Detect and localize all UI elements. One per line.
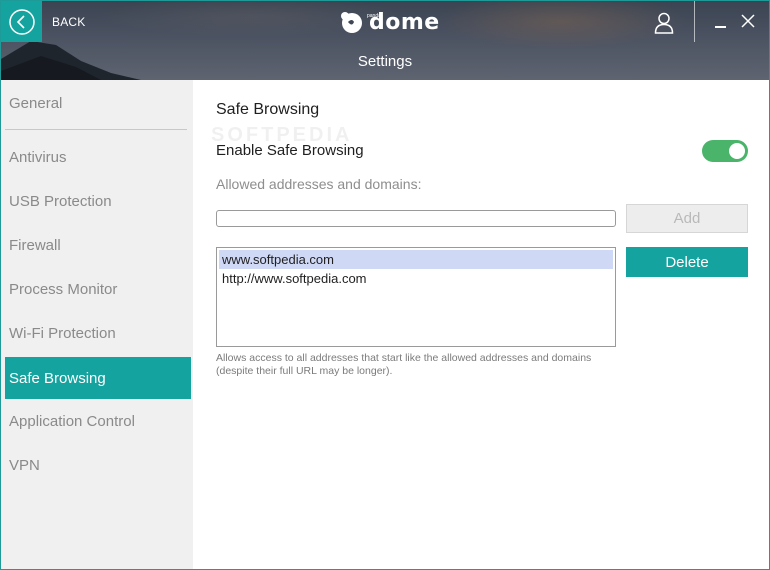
brand-sub: panda [367, 13, 381, 19]
settings-panel: SOFTPEDIA Safe Browsing Enable Safe Brow… [193, 80, 769, 569]
minimize-button[interactable] [712, 13, 730, 33]
section-title: Safe Browsing [216, 101, 320, 118]
panda-logo-icon [341, 12, 362, 33]
back-arrow-icon [8, 8, 35, 35]
close-icon [741, 14, 755, 28]
back-label[interactable]: BACK [52, 15, 85, 29]
sidebar-item-vpn[interactable]: VPN [5, 444, 191, 486]
close-button[interactable] [738, 11, 758, 31]
sidebar-item-antivirus[interactable]: Antivirus [5, 136, 191, 178]
sidebar-item-application-control[interactable]: Application Control [5, 400, 191, 442]
sidebar-item-firewall[interactable]: Firewall [5, 224, 191, 266]
list-item[interactable]: www.softpedia.com [219, 250, 613, 269]
header-bar: BACK panda dome Settings [1, 1, 769, 80]
dome-logo: panda dome [339, 7, 440, 37]
sidebar-item-process-monitor[interactable]: Process Monitor [5, 268, 191, 310]
user-icon [654, 12, 674, 34]
sidebar-item-safe-browsing[interactable]: Safe Browsing [5, 357, 191, 399]
page-title: Settings [357, 53, 413, 70]
add-button[interactable]: Add [626, 204, 748, 233]
user-account-button[interactable] [649, 9, 679, 37]
back-button[interactable] [1, 1, 42, 42]
help-text: Allows access to all addresses that star… [216, 352, 592, 377]
sidebar-item-usb-protection[interactable]: USB Protection [5, 180, 191, 222]
allowed-addresses-label: Allowed addresses and domains: [216, 176, 422, 192]
toggle-knob [729, 143, 745, 159]
sidebar-item-wifi-protection[interactable]: Wi-Fi Protection [5, 312, 191, 354]
sidebar: General Antivirus USB Protection Firewal… [1, 80, 193, 569]
header-divider [694, 1, 695, 42]
delete-button[interactable]: Delete [626, 247, 748, 277]
list-item[interactable]: http://www.softpedia.com [219, 269, 613, 288]
allowed-addresses-list[interactable]: www.softpedia.com http://www.softpedia.c… [216, 247, 616, 347]
sidebar-item-general[interactable]: General [5, 82, 191, 124]
app-window: BACK panda dome Settings General Antivir… [0, 0, 770, 570]
enable-safe-browsing-toggle[interactable] [702, 140, 748, 162]
address-input[interactable] [216, 210, 616, 227]
enable-safe-browsing-label: Enable Safe Browsing [216, 142, 364, 159]
sidebar-divider [5, 129, 187, 130]
minimize-icon [715, 26, 726, 28]
